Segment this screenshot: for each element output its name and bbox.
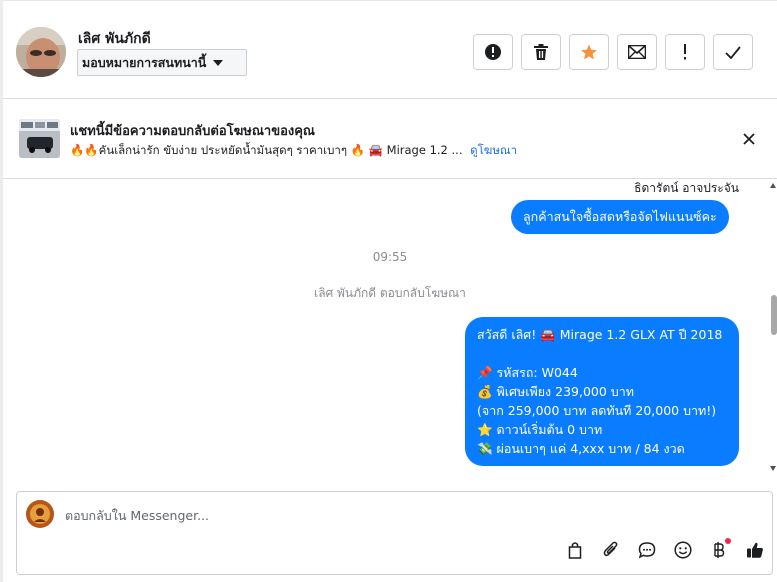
attach-button[interactable] [593,538,629,562]
assign-label: มอบหมายการสนทนานี้ [82,54,207,70]
message-line: 📌 รหัสรถ: W044 [477,365,578,380]
reply-input[interactable] [65,504,715,526]
ad-banner-title: แชทนี้มีข้อความตอบกลับต่อโฆษณาของคุณ [70,124,315,139]
baht-icon [714,542,725,558]
conversation-header: เลิศ พันภักดี มอบหมายการสนทนานี้ [3,0,777,99]
caret-down-icon [213,59,224,66]
envelope-icon [628,45,646,59]
contact-avatar[interactable] [16,27,66,77]
page-avatar [26,500,54,528]
paperclip-icon [603,541,618,557]
spam-button[interactable] [473,34,513,70]
composer-tools [557,538,773,562]
ad-reply-banner: แชทนี้มีข้อความตอบกลับต่อโฆษณาของคุณ 🔥🔥ค… [3,99,777,179]
message-bubble[interactable]: ลูกค้าสนใจซื้อสดหรือจัดไฟแนนซ์คะ [511,200,729,234]
star-icon [581,44,597,60]
saved-replies-button[interactable] [629,538,665,562]
notification-dot [725,538,731,544]
message-line: ⭐ ดาวน์เริ่มต้น 0 บาท [477,422,603,437]
emoji-button[interactable] [665,538,701,562]
message-composer [16,491,773,575]
close-icon [743,133,755,145]
sender-name: ธิดารัตน์ อาจประจัน [634,181,739,195]
message-line: 💰 พิเศษเพียง 239,000 บาท [477,384,634,399]
contact-name[interactable]: เลิศ พันภักดี [78,28,151,50]
follow-up-button[interactable] [665,34,705,70]
emoji-icon [674,541,692,559]
ad-description: 🔥🔥คันเล็กน่ารัก ขับง่าย ประหยัดน้ำมันสุด… [70,142,517,160]
mark-unread-button[interactable] [617,34,657,70]
message-bubble-ad-reply[interactable]: สวัสดี เลิศ! 🚘 Mirage 1.2 GLX AT ปี 2018… [465,317,739,466]
delete-button[interactable] [521,34,561,70]
scroll-down-arrow-icon[interactable] [770,466,776,471]
assign-conversation-dropdown[interactable]: มอบหมายการสนทนานี้ [77,49,247,76]
like-button[interactable] [737,538,773,562]
check-icon [725,45,741,59]
message-line: สวัสดี เลิศ! 🚘 Mirage 1.2 GLX AT ปี 2018 [477,327,723,342]
message-thread: ธิดารัตน์ อาจประจัน ลูกค้าสนใจซื้อสดหรือ… [3,179,777,481]
bag-icon [568,542,582,559]
ad-description-text: 🔥🔥คันเล็กน่ารัก ขับง่าย ประหยัดน้ำมันสุด… [70,143,463,157]
view-ad-link[interactable]: ดูโฆษณา [470,143,517,157]
scroll-thumb[interactable] [771,295,777,335]
alert-circle-icon [485,44,501,60]
star-button[interactable] [569,34,609,70]
message-line: (จาก 259,000 บาท ลดทันที 20,000 บาท!) [477,403,717,418]
message-line: 💸 ผ่อนเบาๆ แค่ 4,xxx บาท / 84 งวด [477,441,685,456]
thumbs-up-icon [747,542,763,558]
ad-reply-note: เลิศ พันภักดี ตอบกลับโฆษณา [314,286,466,300]
scroll-up-arrow-icon[interactable] [770,183,776,188]
ad-thumbnail[interactable] [19,119,60,158]
bag-button[interactable] [557,538,593,562]
done-button[interactable] [713,34,753,70]
message-timestamp: 09:55 [372,250,408,264]
exclamation-icon [684,44,686,60]
trash-icon [534,44,548,60]
close-banner-button[interactable] [739,129,759,149]
payment-button[interactable] [701,538,737,562]
chat-bubble-icon [638,542,656,559]
conversation-toolbar [473,34,761,70]
